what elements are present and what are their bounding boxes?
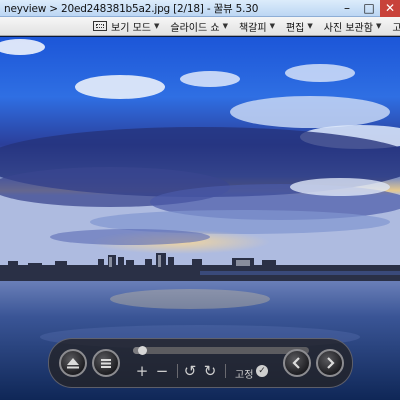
separator	[225, 364, 226, 378]
menu-view-mode-label: 보기 모드	[111, 22, 151, 34]
menu-list-icon	[101, 359, 111, 368]
menu-view-mode[interactable]: 보기 모드 ▼	[93, 19, 159, 34]
next-button[interactable]	[316, 349, 344, 377]
menu-bar: 보기 모드 ▼ 슬라이드 쇼 ▼ 책갈피 ▼ 편집 ▼ 사진 보관함 ▼ 고	[0, 17, 400, 36]
menu-button[interactable]	[92, 349, 120, 377]
chevron-down-icon: ▼	[375, 22, 382, 30]
chevron-down-icon: ▼	[307, 22, 313, 30]
menu-more-label: 고	[392, 22, 400, 34]
window-title: neyview > 20ed248381b5a2.jpg [2/18] - 꿀뷰…	[4, 2, 259, 15]
title-bar[interactable]: neyview > 20ed248381b5a2.jpg [2/18] - 꿀뷰…	[0, 0, 400, 17]
chevron-down-icon: ▼	[153, 22, 160, 30]
menu-slideshow-label: 슬라이드 쇼	[170, 22, 220, 34]
previous-button[interactable]	[283, 349, 311, 377]
menu-bookmark-label: 책갈피	[238, 22, 267, 34]
rotate-right-button[interactable]: ↻	[203, 364, 217, 379]
eject-icon	[67, 358, 79, 369]
chevron-right-icon	[327, 357, 335, 369]
zoom-out-button[interactable]: −	[155, 364, 169, 379]
window-controls: – □ ✕	[336, 0, 400, 17]
viewer-control-panel: + − ↺ ↻ 고정 ✓	[48, 338, 353, 388]
image-position-slider[interactable]	[133, 346, 309, 355]
zoom-in-button[interactable]: +	[135, 364, 149, 379]
menu-edit[interactable]: 편집 ▼	[286, 19, 313, 34]
menu-slideshow[interactable]: 슬라이드 쇼 ▼	[170, 19, 228, 34]
chevron-down-icon: ▼	[222, 22, 228, 30]
chevron-left-icon	[292, 357, 300, 369]
menu-photo-archive[interactable]: 사진 보관함 ▼	[324, 19, 382, 34]
menu-bookmark[interactable]: 책갈피 ▼	[239, 19, 275, 34]
menu-more[interactable]: 고	[392, 19, 400, 34]
rotate-left-button[interactable]: ↺	[183, 364, 197, 379]
view-mode-icon	[93, 21, 107, 31]
separator	[177, 364, 178, 378]
chevron-down-icon: ▼	[269, 22, 275, 30]
slider-thumb[interactable]	[138, 346, 147, 355]
app-window: neyview > 20ed248381b5a2.jpg [2/18] - 꿀뷰…	[0, 0, 400, 400]
menu-edit-label: 편집	[285, 22, 305, 34]
menu-photo-archive-label: 사진 보관함	[323, 22, 373, 34]
maximize-button[interactable]: □	[358, 0, 380, 17]
eject-button[interactable]	[59, 349, 87, 377]
close-button[interactable]: ✕	[380, 0, 400, 17]
fix-label[interactable]: 고정	[235, 366, 253, 381]
minimize-button[interactable]: –	[336, 0, 358, 17]
fix-check-icon[interactable]: ✓	[256, 365, 268, 377]
